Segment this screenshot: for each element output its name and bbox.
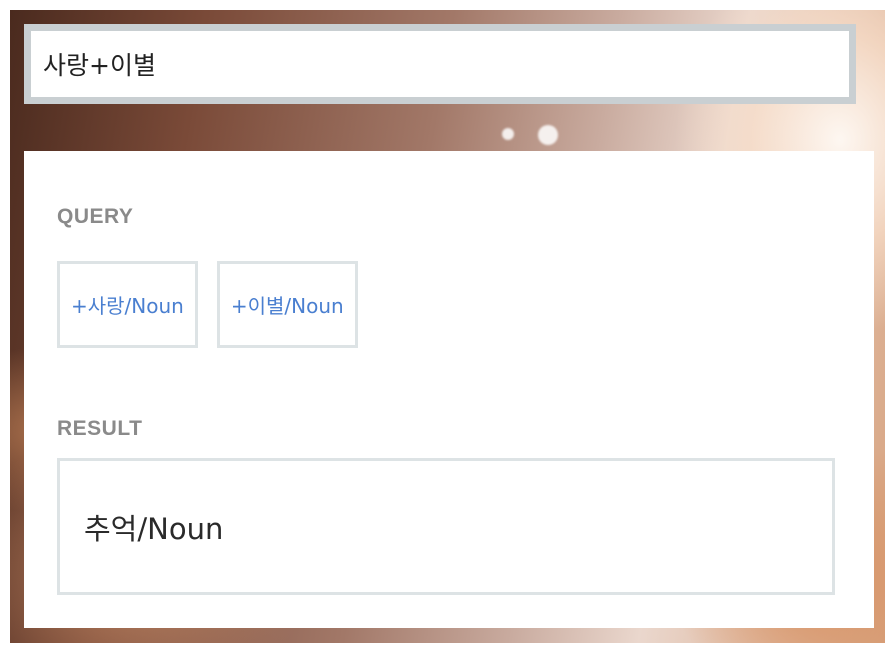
- query-token[interactable]: +이별/Noun: [216, 261, 358, 348]
- analysis-panel: QUERY +사랑/Noun +이별/Noun RESULT 추억/Noun: [24, 151, 874, 628]
- bokeh-light: [502, 128, 514, 140]
- query-token-list: +사랑/Noun +이별/Noun: [57, 261, 358, 348]
- result-heading: RESULT: [57, 417, 143, 440]
- result-value: 추억/Noun: [84, 511, 224, 546]
- query-heading: QUERY: [57, 205, 134, 228]
- background-photo: QUERY +사랑/Noun +이별/Noun RESULT 추억/Noun: [10, 10, 885, 643]
- search-input[interactable]: [43, 49, 849, 79]
- bokeh-light: [538, 125, 558, 145]
- query-token[interactable]: +사랑/Noun: [57, 261, 198, 348]
- result-box: 추억/Noun: [57, 458, 835, 595]
- search-box[interactable]: [24, 24, 856, 104]
